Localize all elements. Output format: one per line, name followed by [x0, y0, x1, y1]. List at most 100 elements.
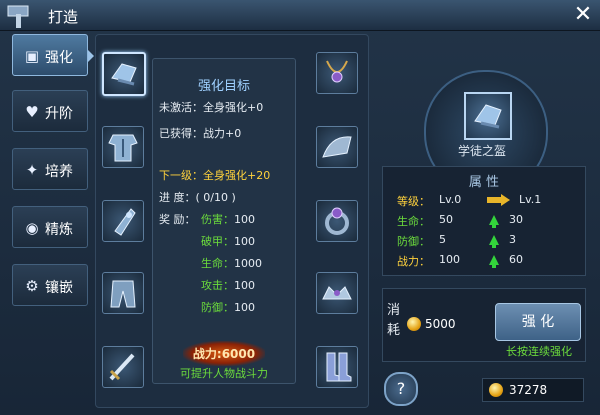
slot-shoulder[interactable] [316, 126, 358, 168]
close-button[interactable]: ✕ [570, 2, 596, 28]
tab-label: 强化 [45, 50, 73, 66]
reward-value: 100 [234, 279, 255, 292]
cost-amount: 5000 [425, 317, 456, 331]
inactive-text: 未激活：全身强化+0 [159, 101, 264, 114]
attr-next: Lv.1 [519, 193, 542, 206]
next-level-label: 下一级： [159, 169, 203, 182]
green-up-arrow-stem [492, 243, 496, 248]
gear-icon: ⚙ [25, 277, 39, 295]
gold-coin-icon [407, 317, 421, 331]
crown-icon [322, 286, 352, 300]
gold-coin-icon [489, 383, 503, 397]
armor-icon [108, 134, 138, 162]
forge-window: 打造 ✕ ▣ 强化 ♥ 升阶 ✦ 培养 ◉ 精炼 ⚙ 镶嵌 强化目标 未激活：全… [0, 0, 600, 415]
help-button[interactable]: ? [384, 372, 418, 406]
reward-name: 防御： [201, 301, 234, 314]
gold-total: 37278 [509, 383, 548, 397]
reward-label: 奖 励： [159, 213, 196, 226]
enhance-button[interactable]: 强 化 [495, 303, 581, 341]
reward-value: 100 [234, 301, 255, 314]
necklace-icon [326, 60, 348, 83]
slot-ring[interactable] [316, 200, 358, 242]
attr-current: 50 [439, 213, 453, 226]
shoulder-icon [322, 136, 352, 158]
ring-icon [325, 207, 349, 235]
progress-label: 进 度： [159, 191, 196, 204]
enhance-target-card: 强化目标 未激活：全身强化+0 已获得：战力+0 下一级：全身强化+20 进 度… [152, 58, 296, 384]
slot-pants[interactable] [102, 272, 144, 314]
title-bar: 打造 ✕ [0, 0, 600, 31]
selected-item-slot [464, 92, 512, 140]
attr-row-defense: 防御： 5 3 [383, 233, 585, 251]
slot-necklace[interactable] [316, 52, 358, 94]
cost-label: 消耗 [387, 303, 401, 338]
next-level-row: 下一级：全身强化+20 [159, 167, 270, 183]
slot-boots[interactable] [316, 346, 358, 388]
tab-train[interactable]: ✦ 培养 [12, 148, 88, 190]
gold-arrow-head [501, 194, 510, 206]
attr-name: 防御： [397, 235, 430, 248]
reward-row: 伤害：100 [201, 211, 255, 227]
power-hint: 可提升人物战斗力 [180, 367, 268, 380]
progress-row: 进 度：( 0/10 ) [159, 189, 236, 205]
gold-balance: 37278 [482, 378, 584, 402]
obtained-text: 已获得：战力+0 [159, 127, 242, 140]
attribute-header: 属 性 [468, 175, 500, 190]
window-title: 打造 [48, 8, 79, 26]
power-value: 战力:6000 [182, 341, 266, 366]
attr-name: 战力： [397, 255, 430, 268]
reward-row: 防御：100 [201, 299, 255, 315]
tab-enhance[interactable]: ▣ 强化 [12, 34, 88, 76]
reward-row: 破甲：100 [201, 233, 255, 249]
tab-label: 精炼 [45, 222, 73, 238]
reward-value: 100 [234, 213, 255, 226]
tab-refine[interactable]: ◉ 精炼 [12, 206, 88, 248]
helmet-icon [474, 104, 502, 129]
reward-name: 破甲： [201, 235, 234, 248]
attr-row-level: 等级： Lv.0 Lv.1 [383, 193, 585, 211]
enhance-icon: ▣ [24, 47, 40, 65]
attr-name: 等级： [397, 195, 430, 208]
attr-next: 30 [509, 213, 523, 226]
tab-label: 镶嵌 [45, 280, 73, 296]
reward-value: 100 [234, 235, 255, 248]
enhance-detail-panel: 学徒之盔 属 性 等级： Lv.0 Lv.1 生命： 50 30 防御： 5 3 [372, 34, 592, 406]
tab-inlay[interactable]: ⚙ 镶嵌 [12, 264, 88, 306]
slot-weapon[interactable] [102, 346, 144, 388]
cost-box: 消耗 5000 强 化 长按连续强化 [382, 288, 586, 362]
reward-name: 伤害： [201, 213, 234, 226]
sparkle-icon: ✦ [25, 161, 39, 179]
attr-row-power: 战力： 100 60 [383, 253, 585, 271]
slot-armor[interactable] [102, 126, 144, 168]
power-banner: 战力:6000 可提升人物战斗力 [153, 341, 295, 380]
attr-current: 100 [439, 253, 460, 266]
bracer-icon [114, 208, 136, 236]
long-press-hint: 长按连续强化 [506, 345, 572, 358]
green-up-arrow-stem [492, 223, 496, 228]
reward-row: 攻击：100 [201, 277, 255, 293]
pants-icon [110, 280, 136, 308]
attribute-box: 属 性 等级： Lv.0 Lv.1 生命： 50 30 防御： 5 3 战力： [382, 166, 586, 276]
attr-name: 生命： [397, 215, 430, 228]
hammer-icon [7, 5, 29, 28]
helmet-icon [111, 63, 137, 86]
attr-next: 60 [509, 253, 523, 266]
slot-helmet[interactable] [102, 52, 146, 96]
attr-row-hp: 生命： 50 30 [383, 213, 585, 231]
sword-icon [109, 353, 135, 381]
target-title: 强化目标 [197, 79, 250, 94]
attr-next: 3 [509, 233, 516, 246]
next-level-value: 全身强化+20 [203, 169, 271, 182]
tab-label: 培养 [45, 164, 73, 180]
slot-crown[interactable] [316, 272, 358, 314]
slot-bracer[interactable] [102, 200, 144, 242]
item-name: 学徒之盔 [457, 144, 506, 158]
reward-value: 1000 [234, 257, 262, 270]
tab-label: 升阶 [45, 106, 73, 122]
green-up-arrow-stem [492, 263, 496, 268]
refine-icon: ◉ [25, 219, 39, 237]
tab-upgrade[interactable]: ♥ 升阶 [12, 90, 88, 132]
attr-current: 5 [439, 233, 446, 246]
active-tab-arrow [88, 50, 94, 62]
progress-value: ( 0/10 ) [195, 191, 236, 204]
